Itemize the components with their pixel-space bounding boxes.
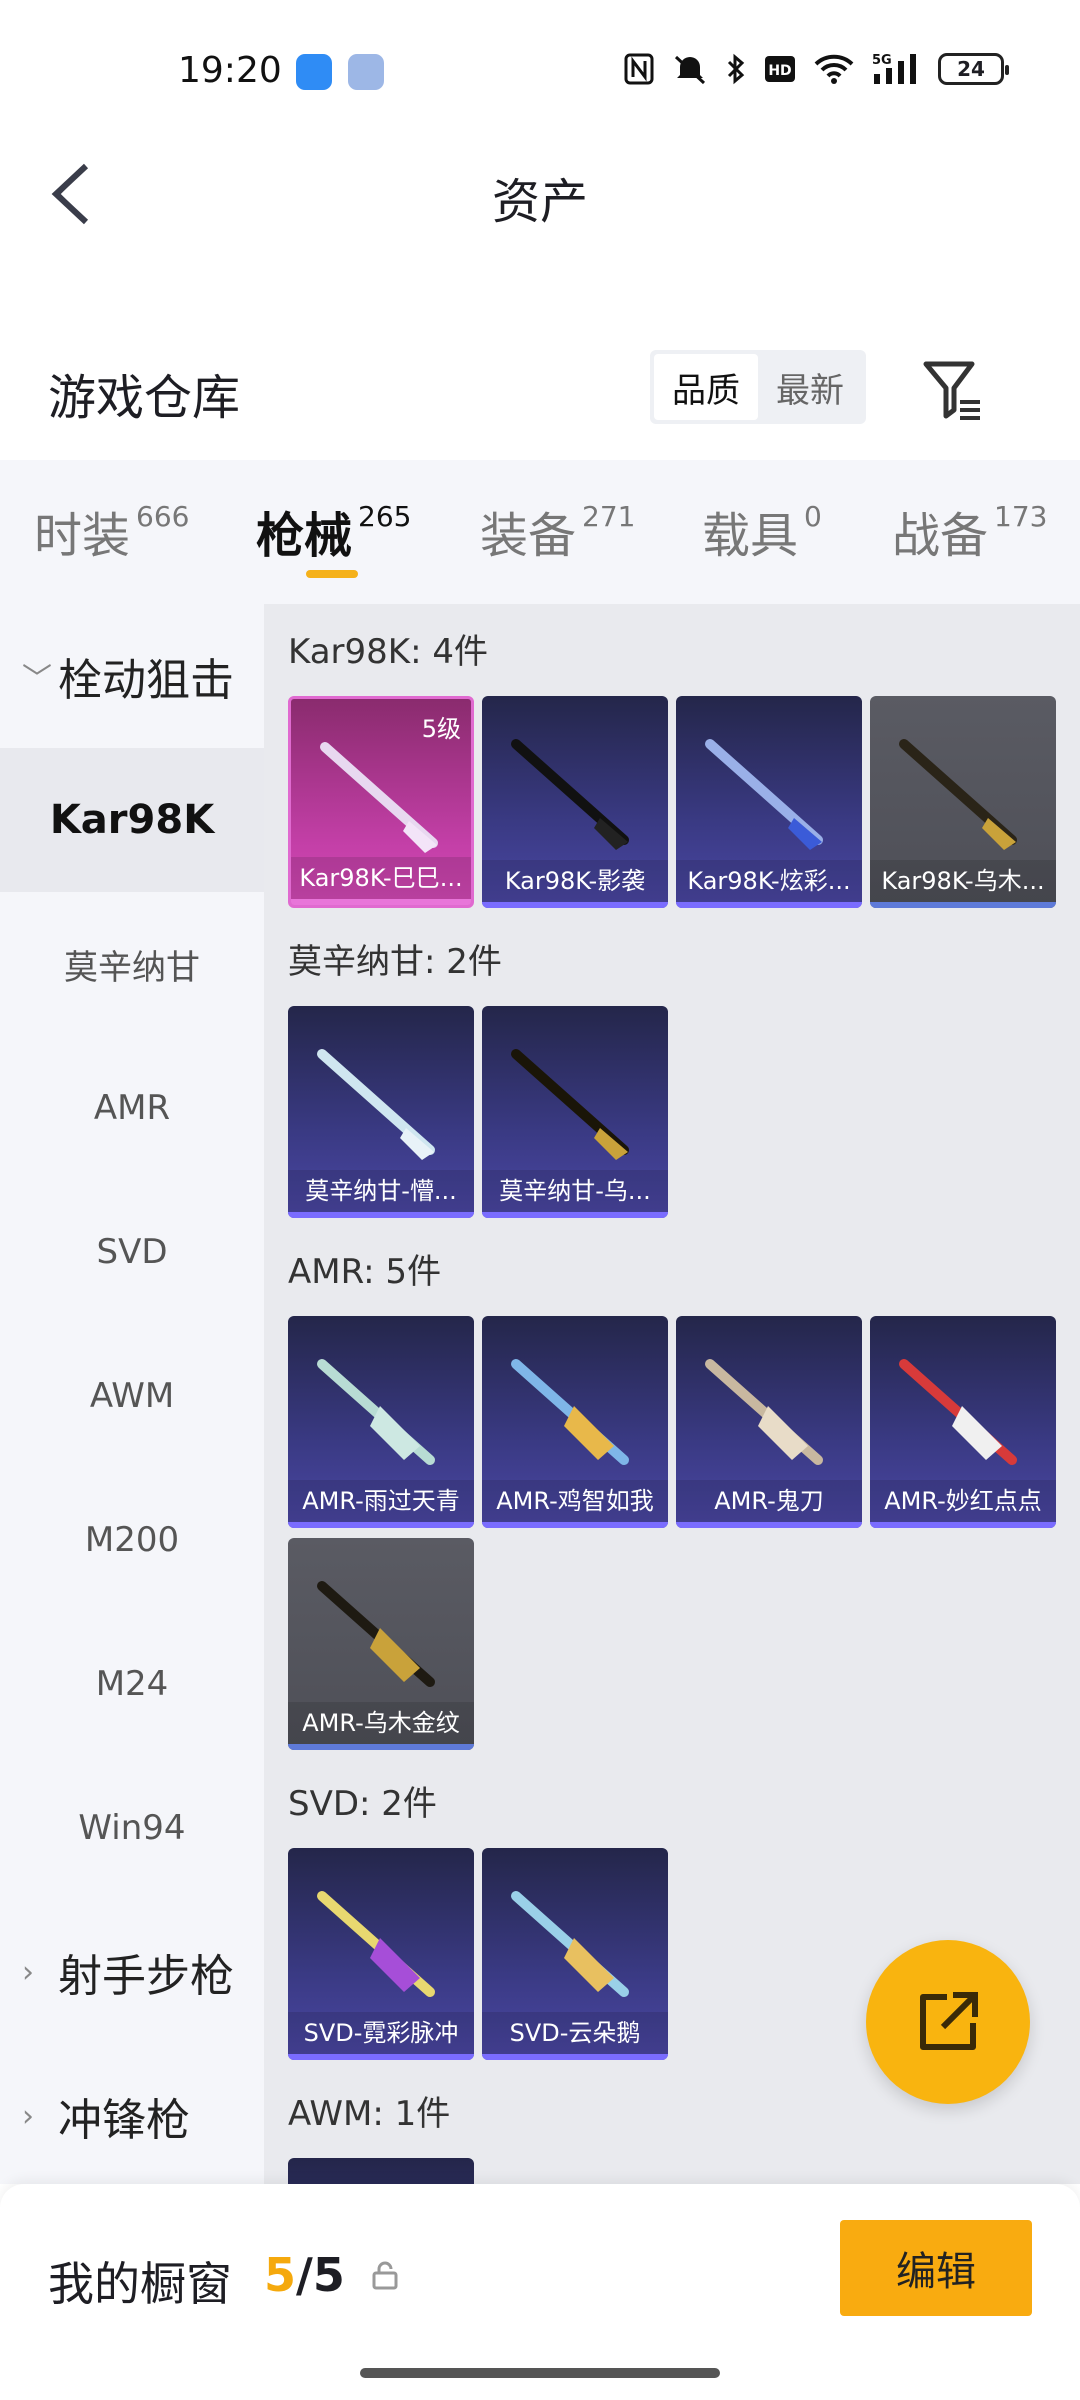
filter-button[interactable] bbox=[918, 354, 988, 424]
chevron-right-icon: › bbox=[22, 2098, 34, 2134]
tab-equipment[interactable]: 装备 271 bbox=[480, 496, 635, 566]
showcase-count: 5/5 bbox=[264, 2248, 345, 2302]
rifle-icon bbox=[899, 739, 1017, 850]
header: 资产 bbox=[0, 140, 1080, 250]
mute-icon bbox=[674, 55, 706, 85]
wifi-icon bbox=[814, 54, 854, 84]
item-label: Kar98K-炫彩... bbox=[676, 860, 862, 902]
rifle-icon bbox=[317, 1891, 435, 1997]
item-label: 莫辛纳甘-懵... bbox=[288, 1170, 474, 1212]
status-icons: HD 5G 24 bbox=[624, 52, 1009, 86]
item-card[interactable]: Kar98K-影袭 bbox=[482, 696, 668, 908]
item-card[interactable]: AMR-鸡智如我 bbox=[482, 1316, 668, 1528]
sidebar-item-svd[interactable]: SVD bbox=[0, 1180, 264, 1324]
item-card[interactable]: 5级 Kar98K-巳巳... bbox=[288, 696, 474, 908]
rifle-icon bbox=[511, 1359, 629, 1465]
item-card[interactable]: SVD-云朵鹅 bbox=[482, 1848, 668, 2060]
sidebar-item-mosin[interactable]: 莫辛纳甘 bbox=[0, 892, 264, 1036]
item-label: Kar98K-乌木... bbox=[870, 860, 1056, 902]
chevron-right-icon: › bbox=[22, 1954, 34, 1990]
chevron-down-icon: ﹀ bbox=[22, 662, 52, 697]
cat-notification-icon bbox=[348, 54, 384, 90]
item-label: AMR-乌木金纹 bbox=[288, 1702, 474, 1744]
sidebar-group-marksman[interactable]: › 射手步枪 bbox=[0, 1900, 264, 2044]
showcase-title: 我的橱窗 bbox=[48, 2257, 232, 2311]
section-title-kar98k: Kar98K: 4件 bbox=[288, 632, 488, 672]
item-label: SVD-云朵鹅 bbox=[482, 2012, 668, 2054]
svg-text:5G: 5G bbox=[872, 53, 892, 68]
rifle-icon bbox=[317, 1581, 435, 1687]
item-card[interactable]: SVD-霓彩脉冲 bbox=[288, 1848, 474, 2060]
signal-5g-icon: 5G bbox=[872, 53, 916, 84]
item-label: Kar98K-影袭 bbox=[482, 860, 668, 902]
warehouse-title: 游戏仓库 bbox=[48, 370, 241, 426]
rifle-icon bbox=[511, 1891, 629, 1997]
page-title: 资产 bbox=[491, 174, 588, 230]
bluetooth-icon bbox=[727, 53, 745, 85]
sidebar-group-bolt-action[interactable]: ﹀ 栓动狙击 bbox=[0, 604, 264, 748]
home-indicator[interactable] bbox=[360, 2368, 720, 2378]
rifle-icon bbox=[511, 1049, 629, 1160]
category-tabs: 时装 666 枪械 265 装备 271 载具 0 战备 173 bbox=[0, 460, 1080, 604]
section-title-svd: SVD: 2件 bbox=[288, 1784, 437, 1824]
item-card[interactable] bbox=[288, 2158, 474, 2184]
item-label: 莫辛纳甘-乌... bbox=[482, 1170, 668, 1212]
hd-icon: HD bbox=[765, 56, 795, 82]
sidebar-item-kar98k[interactable]: Kar98K bbox=[0, 748, 264, 892]
tab-indicator bbox=[306, 570, 358, 578]
section-title-mosin: 莫辛纳甘: 2件 bbox=[288, 942, 502, 982]
nfc-icon bbox=[624, 53, 654, 85]
item-card[interactable]: Kar98K-乌木... bbox=[870, 696, 1056, 908]
rifle-icon bbox=[317, 1049, 435, 1160]
external-link-icon bbox=[920, 1992, 978, 2050]
status-bar: 19:20 HD 5G 24 bbox=[0, 0, 1080, 140]
item-card[interactable]: AMR-鬼刀 bbox=[676, 1316, 862, 1528]
tab-firearms[interactable]: 枪械 265 bbox=[256, 496, 411, 566]
sort-toggle: 品质 最新 bbox=[650, 350, 866, 424]
warehouse-row: 游戏仓库 品质 最新 bbox=[0, 340, 1080, 460]
sidebar-item-win94[interactable]: Win94 bbox=[0, 1756, 264, 1900]
item-label: AMR-雨过天青 bbox=[288, 1480, 474, 1522]
tab-supplies[interactable]: 战备 173 bbox=[892, 496, 1047, 566]
item-card[interactable]: AMR-妙红点点 bbox=[870, 1316, 1056, 1528]
item-label: AMR-鸡智如我 bbox=[482, 1480, 668, 1522]
edit-button[interactable]: 编辑 bbox=[840, 2220, 1032, 2316]
sidebar-item-m200[interactable]: M200 bbox=[0, 1468, 264, 1612]
section-title-awm: AWM: 1件 bbox=[288, 2094, 451, 2134]
item-label: AMR-妙红点点 bbox=[870, 1480, 1056, 1522]
rifle-icon bbox=[705, 1359, 823, 1465]
svg-text:HD: HD bbox=[768, 63, 791, 79]
item-card[interactable]: AMR-雨过天青 bbox=[288, 1316, 474, 1528]
tab-fashion[interactable]: 时装 666 bbox=[34, 496, 189, 566]
app-notification-icon bbox=[296, 54, 332, 90]
item-label: Kar98K-巳巳... bbox=[291, 857, 471, 899]
battery-indicator: 24 bbox=[938, 53, 1009, 85]
item-card[interactable]: AMR-乌木金纹 bbox=[288, 1538, 474, 1750]
item-card[interactable]: Kar98K-炫彩... bbox=[676, 696, 862, 908]
sort-quality-button[interactable]: 品质 bbox=[654, 354, 758, 420]
showcase-bar: 我的橱窗 5/5 编辑 bbox=[0, 2184, 1080, 2400]
sidebar-item-awm[interactable]: AWM bbox=[0, 1324, 264, 1468]
sidebar: ﹀ 栓动狙击 Kar98K 莫辛纳甘 AMR SVD AWM M200 M24 W… bbox=[0, 604, 264, 2184]
sidebar-item-amr[interactable]: AMR bbox=[0, 1036, 264, 1180]
section-title-amr: AMR: 5件 bbox=[288, 1252, 442, 1292]
status-time: 19:20 bbox=[178, 50, 282, 91]
item-label: AMR-鬼刀 bbox=[676, 1480, 862, 1522]
sort-newest-button[interactable]: 最新 bbox=[758, 354, 862, 420]
item-card[interactable]: 莫辛纳甘-乌... bbox=[482, 1006, 668, 1218]
tab-vehicles[interactable]: 载具 0 bbox=[702, 496, 822, 566]
item-card[interactable]: 莫辛纳甘-懵... bbox=[288, 1006, 474, 1218]
sidebar-item-m24[interactable]: M24 bbox=[0, 1612, 264, 1756]
rifle-icon bbox=[317, 1359, 435, 1465]
rifle-icon bbox=[705, 739, 823, 850]
item-label: SVD-霓彩脉冲 bbox=[288, 2012, 474, 2054]
filter-icon bbox=[923, 361, 980, 420]
rifle-icon bbox=[320, 742, 438, 853]
share-button[interactable] bbox=[866, 1940, 1030, 2104]
item-level: 5级 bbox=[421, 715, 461, 743]
sidebar-group-smg[interactable]: › 冲锋枪 bbox=[0, 2044, 264, 2188]
lock-icon bbox=[372, 2261, 398, 2290]
rifle-icon bbox=[899, 1359, 1017, 1465]
rifle-icon bbox=[511, 739, 629, 850]
